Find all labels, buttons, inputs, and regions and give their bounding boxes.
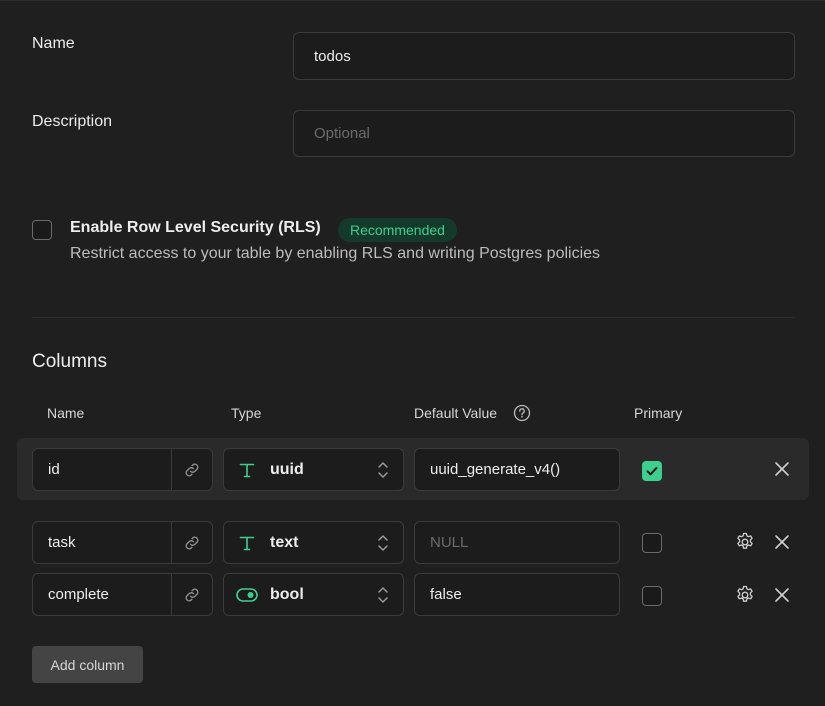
toggle-type-icon bbox=[224, 587, 270, 602]
primary-checkbox[interactable] bbox=[642, 586, 662, 606]
rls-description: Restrict access to your table by enablin… bbox=[70, 245, 601, 262]
chevron-up-down-icon bbox=[363, 460, 403, 480]
text-type-icon bbox=[224, 534, 270, 552]
top-border bbox=[0, 0, 825, 1]
col-header-name: Name bbox=[47, 405, 85, 421]
foreign-key-link-icon[interactable] bbox=[171, 574, 212, 615]
add-column-button[interactable]: Add column bbox=[32, 646, 143, 683]
section-divider bbox=[32, 317, 795, 318]
default-value-field[interactable]: uuid_generate_v4() bbox=[414, 448, 620, 491]
rls-title: Enable Row Level Security (RLS) bbox=[70, 219, 321, 236]
remove-column-icon[interactable] bbox=[770, 530, 794, 554]
check-icon bbox=[646, 467, 658, 476]
column-name-field[interactable]: task bbox=[32, 521, 213, 564]
remove-column-icon[interactable] bbox=[770, 583, 794, 607]
description-input[interactable]: Optional bbox=[293, 110, 795, 157]
column-type-select[interactable]: uuid bbox=[223, 448, 404, 491]
default-value-field[interactable]: NULL bbox=[414, 521, 620, 564]
column-name-field[interactable]: id bbox=[32, 448, 213, 491]
col-header-default-value: Default Value bbox=[414, 405, 498, 421]
primary-checkbox[interactable] bbox=[642, 461, 662, 481]
column-type-value: bool bbox=[270, 585, 304, 603]
help-icon[interactable] bbox=[513, 404, 531, 422]
name-label: Name bbox=[32, 35, 75, 52]
gear-icon[interactable] bbox=[733, 583, 757, 607]
rls-checkbox[interactable] bbox=[32, 220, 52, 240]
col-header-type: Type bbox=[231, 405, 262, 421]
column-type-select[interactable]: bool bbox=[223, 573, 404, 616]
remove-column-icon[interactable] bbox=[770, 457, 794, 481]
primary-checkbox[interactable] bbox=[642, 533, 662, 553]
column-type-value: text bbox=[270, 533, 299, 551]
column-name-value: complete bbox=[48, 586, 109, 603]
recommended-badge: Recommended bbox=[338, 218, 457, 242]
column-name-value: task bbox=[48, 534, 76, 551]
gear-icon[interactable] bbox=[733, 530, 757, 554]
column-type-value: uuid bbox=[270, 460, 304, 478]
column-name-field[interactable]: complete bbox=[32, 573, 213, 616]
chevron-up-down-icon bbox=[363, 585, 403, 605]
foreign-key-link-icon[interactable] bbox=[171, 522, 212, 563]
default-value-field[interactable]: false bbox=[414, 573, 620, 616]
column-type-select[interactable]: text bbox=[223, 521, 404, 564]
text-type-icon bbox=[224, 461, 270, 479]
description-label: Description bbox=[32, 113, 113, 130]
columns-title: Columns bbox=[32, 351, 107, 372]
chevron-up-down-icon bbox=[363, 533, 403, 553]
foreign-key-link-icon[interactable] bbox=[171, 449, 212, 490]
column-name-value: id bbox=[48, 461, 60, 478]
table-name-input[interactable]: todos bbox=[293, 32, 795, 80]
col-header-primary: Primary bbox=[634, 405, 683, 421]
